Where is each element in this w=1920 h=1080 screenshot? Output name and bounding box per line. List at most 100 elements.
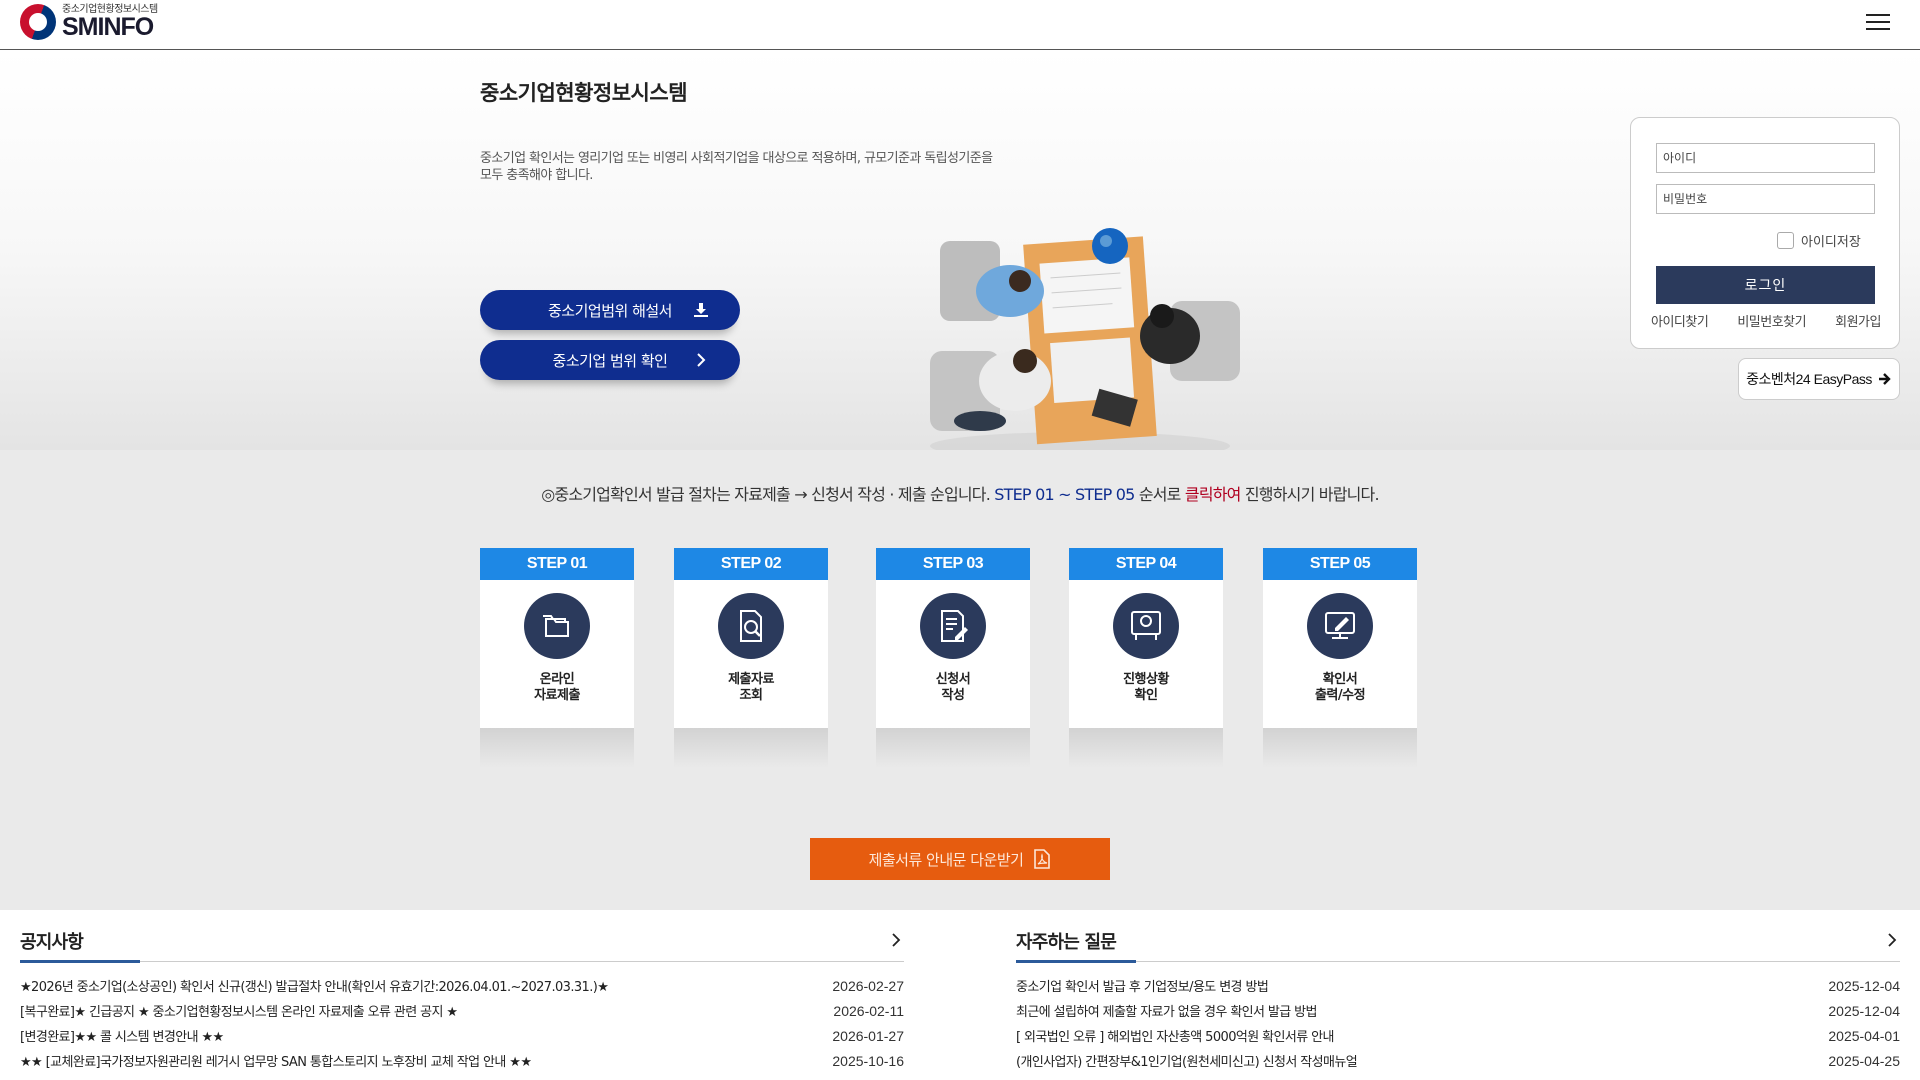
step-05-label-line1: 확인서 (1322, 672, 1358, 687)
document-edit-icon (920, 593, 986, 659)
password-input[interactable] (1656, 184, 1875, 214)
document-guide-download-button[interactable]: 제출서류 안내문 다운받기 (810, 838, 1110, 880)
faq-board-underline (1016, 960, 1136, 963)
step-02-label-line1: 제출자료 (728, 672, 774, 687)
notice-row[interactable]: [복구완료]★ 긴급공지 ★ 중소기업현황정보시스템 온라인 자료제출 오류 관… (20, 998, 904, 1023)
menu-icon[interactable] (1866, 12, 1890, 32)
sme-range-check-button[interactable]: 중소기업 범위 확인 (480, 340, 740, 380)
download-icon (694, 303, 708, 317)
site-logo[interactable]: 중소기업현황정보시스템 SMINFO (20, 4, 158, 40)
monitor-user-icon (1113, 593, 1179, 659)
faq-date: 2025-12-04 (1828, 977, 1900, 994)
faq-title: (개인사업자) 간편장부&1인기업(원천세미신고) 신청서 작성매뉴얼 (1016, 1055, 1358, 1070)
sme-range-check-label: 중소기업 범위 확인 (552, 351, 668, 370)
faq-title: [ 외국법인 오류 ] 해외법인 자산총액 5000억원 확인서류 안내 (1016, 1030, 1334, 1045)
step-04-header: STEP 04 (1069, 548, 1223, 580)
notice-row[interactable]: ★2026년 중소기업(소상공인) 확인서 신규(갱신) 발급절차 안내(확인서… (20, 973, 904, 998)
step-05-label: 확인서 출력/수정 (1263, 672, 1417, 704)
taegeuk-logo-icon (20, 4, 56, 40)
arrow-right-icon (1878, 373, 1891, 385)
faq-row[interactable]: [ 외국법인 오류 ] 해외법인 자산총액 5000억원 확인서류 안내 202… (1016, 1023, 1900, 1048)
notice-row[interactable]: ★★ [교체완료]국가정보자원관리원 레거시 업무망 SAN 통합스토리지 노후… (20, 1048, 904, 1073)
login-links: 아이디찾기 비밀번호찾기 회원가입 (1651, 311, 1881, 330)
business-meeting-illustration (930, 228, 1240, 460)
easypass-label: 중소벤처24 EasyPass (1746, 371, 1872, 387)
document-search-icon (718, 593, 784, 659)
faq-title: 중소기업 확인서 발급 후 기업정보/용도 변경 방법 (1016, 980, 1269, 995)
top-header: 중소기업현황정보시스템 SMINFO (0, 0, 1920, 50)
step-04-label-line1: 진행상황 (1123, 672, 1169, 687)
notice-title: ★★ [교체완료]국가정보자원관리원 레거시 업무망 SAN 통합스토리지 노후… (20, 1055, 532, 1070)
notice-list: ★2026년 중소기업(소상공인) 확인서 신규(갱신) 발급절차 안내(확인서… (20, 973, 904, 1073)
document-guide-download-label: 제출서류 안내문 다운받기 (868, 850, 1024, 869)
step-01-label-line2: 자료제출 (534, 688, 580, 703)
faq-title: 최근에 설립하여 제출할 자료가 없을 경우 확인서 발급 방법 (1016, 1005, 1317, 1020)
steps-section: ◎중소기업확인서 발급 절차는 자료제출 → 신청서 작성 · 제출 순입니다.… (0, 450, 1920, 910)
logo-title: SMINFO (62, 12, 154, 41)
faq-row[interactable]: (개인사업자) 간편장부&1인기업(원천세미신고) 신청서 작성매뉴얼 2025… (1016, 1048, 1900, 1073)
faq-more-chevron-icon[interactable] (1884, 932, 1900, 948)
faq-list: 중소기업 확인서 발급 후 기업정보/용도 변경 방법 2025-12-04 최… (1016, 973, 1900, 1073)
notice-title: [복구완료]★ 긴급공지 ★ 중소기업현황정보시스템 온라인 자료제출 오류 관… (20, 1005, 458, 1020)
steps-note-suffix: 진행하시기 바랍니다. (1244, 485, 1380, 504)
login-button[interactable]: 로그인 (1656, 266, 1875, 304)
step-05-label-line2: 출력/수정 (1314, 688, 1366, 703)
signup-link[interactable]: 회원가입 (1835, 311, 1881, 330)
save-id-option[interactable]: 아이디저장 (1777, 231, 1861, 250)
find-password-link[interactable]: 비밀번호찾기 (1737, 311, 1806, 330)
step-02-card[interactable]: STEP 02 제출자료 조회 (674, 548, 828, 768)
step-03-label: 신청서 작성 (876, 672, 1030, 704)
step-02-label-line2: 조회 (739, 688, 763, 703)
faq-row[interactable]: 중소기업 확인서 발급 후 기업정보/용도 변경 방법 2025-12-04 (1016, 973, 1900, 998)
steps-note-range: STEP 01 ~ STEP 05 (994, 485, 1135, 504)
step-04-label-line2: 확인 (1134, 688, 1158, 703)
step-01-label: 온라인 자료제출 (480, 672, 634, 704)
steps-note-click: 클릭하여 (1184, 485, 1241, 504)
step-02-label: 제출자료 조회 (674, 672, 828, 704)
notice-title: ★2026년 중소기업(소상공인) 확인서 신규(갱신) 발급절차 안내(확인서… (20, 980, 609, 995)
sme-guide-download-label: 중소기업범위 해설서 (548, 301, 672, 320)
notice-board-underline (20, 960, 140, 963)
steps-note-prefix: ◎중소기업확인서 발급 절차는 자료제출 → 신청서 작성 · 제출 순입니다. (541, 485, 991, 504)
save-id-checkbox[interactable] (1777, 232, 1794, 249)
notice-date: 2026-02-27 (832, 977, 904, 994)
logo-text: 중소기업현황정보시스템 SMINFO (62, 4, 158, 41)
faq-board-header: 자주하는 질문 (1016, 922, 1900, 963)
sme-guide-download-button[interactable]: 중소기업범위 해설서 (480, 290, 740, 330)
step-05-card[interactable]: STEP 05 확인서 출력/수정 (1263, 548, 1417, 768)
hero-description: 중소기업 확인서는 영리기업 또는 비영리 사회적기업을 대상으로 적용하며, … (480, 151, 993, 183)
login-panel: 아이디저장 로그인 아이디찾기 비밀번호찾기 회원가입 (1630, 117, 1900, 349)
easypass-button[interactable]: 중소벤처24 EasyPass (1738, 358, 1900, 400)
faq-date: 2025-12-04 (1828, 1002, 1900, 1019)
notice-board-header: 공지사항 (20, 922, 904, 963)
faq-board-title: 자주하는 질문 (1016, 932, 1117, 953)
monitor-pen-icon (1307, 593, 1373, 659)
save-id-label: 아이디저장 (1801, 235, 1861, 250)
faq-board: 자주하는 질문 중소기업 확인서 발급 후 기업정보/용도 변경 방법 2025… (1016, 922, 1900, 1080)
step-05-header: STEP 05 (1263, 548, 1417, 580)
notice-title: [변경완료]★★ 콜 시스템 변경안내 ★★ (20, 1030, 224, 1045)
faq-date: 2025-04-25 (1828, 1052, 1900, 1069)
step-04-card[interactable]: STEP 04 진행상황 확인 (1069, 548, 1223, 768)
step-03-card[interactable]: STEP 03 신청서 작성 (876, 548, 1030, 768)
user-id-input[interactable] (1656, 143, 1875, 173)
steps-note-middle: 순서로 (1138, 485, 1182, 504)
step-03-label-line2: 작성 (941, 688, 965, 703)
step-01-label-line1: 온라인 (539, 672, 575, 687)
notice-more-chevron-icon[interactable] (888, 932, 904, 948)
notice-date: 2026-02-11 (833, 1002, 904, 1019)
chevron-right-icon (697, 353, 706, 367)
faq-date: 2025-04-01 (1828, 1027, 1900, 1044)
find-id-link[interactable]: 아이디찾기 (1651, 311, 1709, 330)
notice-board: 공지사항 ★2026년 중소기업(소상공인) 확인서 신규(갱신) 발급절차 안… (20, 922, 904, 1080)
pdf-icon (1034, 849, 1051, 869)
step-01-header: STEP 01 (480, 548, 634, 580)
faq-row[interactable]: 최근에 설립하여 제출할 자료가 없을 경우 확인서 발급 방법 2025-12… (1016, 998, 1900, 1023)
folder-icon (524, 593, 590, 659)
step-01-card[interactable]: STEP 01 온라인 자료제출 (480, 548, 634, 768)
step-03-label-line1: 신청서 (935, 672, 971, 687)
notice-row[interactable]: [변경완료]★★ 콜 시스템 변경안내 ★★ 2026-01-27 (20, 1023, 904, 1048)
step-03-header: STEP 03 (876, 548, 1030, 580)
notice-board-title: 공지사항 (20, 932, 84, 953)
steps-instruction: ◎중소기업확인서 발급 절차는 자료제출 → 신청서 작성 · 제출 순입니다.… (0, 481, 1920, 505)
